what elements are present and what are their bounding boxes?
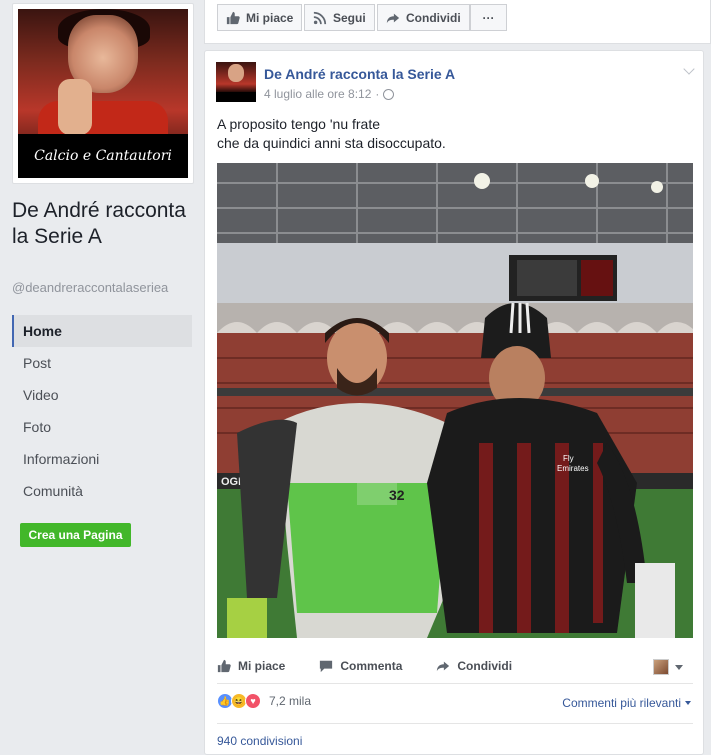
reactions-count: 7,2 mila (269, 694, 312, 708)
reactions-summary[interactable]: 👍 😆 ♥ 7,2 mila (217, 693, 311, 709)
page-action-bar: Mi piace Segui Condividi ··· (204, 0, 711, 44)
page-share-button[interactable]: Condividi (377, 4, 470, 31)
page-title[interactable]: De André racconta la Serie A (12, 198, 194, 250)
post-share-button[interactable]: Condividi (436, 659, 512, 673)
profile-image: Calcio e Cantautori (18, 9, 188, 178)
post-author[interactable]: De André racconta la Serie A (264, 66, 455, 82)
divider (217, 683, 693, 684)
comment-icon (320, 660, 333, 673)
post-avatar[interactable] (216, 62, 256, 102)
page-profile-picture[interactable]: Calcio e Cantautori (12, 3, 194, 184)
caret-down-icon (685, 701, 691, 705)
shares-count[interactable]: 940 condivisioni (217, 734, 302, 748)
page-nav: Home Post Video Foto Informazioni Comuni… (12, 315, 192, 507)
nav-item-post[interactable]: Post (12, 347, 192, 379)
svg-text:Fly: Fly (563, 454, 574, 463)
nav-item-home[interactable]: Home (12, 315, 192, 347)
post-actions: Mi piace Commenta Condividi (217, 649, 693, 683)
page-follow-button[interactable]: Segui (304, 4, 375, 31)
love-reaction-icon: ♥ (245, 693, 261, 709)
thumb-up-icon (217, 659, 231, 673)
nav-item-foto[interactable]: Foto (12, 411, 192, 443)
profile-caption: Calcio e Cantautori (34, 148, 172, 164)
post-meta: 4 luglio alle ore 8:12 · (264, 87, 395, 101)
nav-item-video[interactable]: Video (12, 379, 192, 411)
react-as-selector[interactable] (653, 659, 683, 675)
divider (217, 723, 693, 724)
share-arrow-icon (386, 13, 400, 23)
page-like-button[interactable]: Mi piace (217, 4, 303, 31)
post-comment-button[interactable]: Commenta (319, 659, 402, 673)
avatar (653, 659, 669, 675)
comment-sort-dropdown[interactable]: Commenti più rilevanti (562, 696, 691, 710)
post-text: A proposito tengo 'nu frate che da quind… (217, 116, 446, 151)
create-page-button[interactable]: Crea una Pagina (20, 523, 131, 547)
rss-icon (313, 11, 327, 24)
post-timestamp[interactable]: 4 luglio alle ore 8:12 (264, 87, 371, 101)
thumb-up-icon (226, 11, 240, 24)
post-like-button[interactable]: Mi piace (217, 659, 285, 673)
page-handle[interactable]: @deandreraccontalaseriea (12, 280, 168, 295)
svg-text:32: 32 (389, 487, 405, 503)
nav-item-comunita[interactable]: Comunità (12, 475, 192, 507)
share-arrow-icon (437, 661, 450, 672)
globe-icon[interactable] (383, 88, 395, 100)
caret-down-icon (675, 664, 683, 670)
post-photo[interactable]: OGNI DOMENICA 32 Fly Emirates (217, 163, 693, 638)
nav-item-informazioni[interactable]: Informazioni (12, 443, 192, 475)
chevron-down-icon[interactable] (683, 63, 695, 75)
more-icon: ··· (482, 10, 495, 25)
post-card: De André racconta la Serie A 4 luglio al… (204, 50, 704, 755)
more-options-button[interactable]: ··· (470, 4, 507, 31)
svg-text:Emirates: Emirates (557, 464, 589, 473)
